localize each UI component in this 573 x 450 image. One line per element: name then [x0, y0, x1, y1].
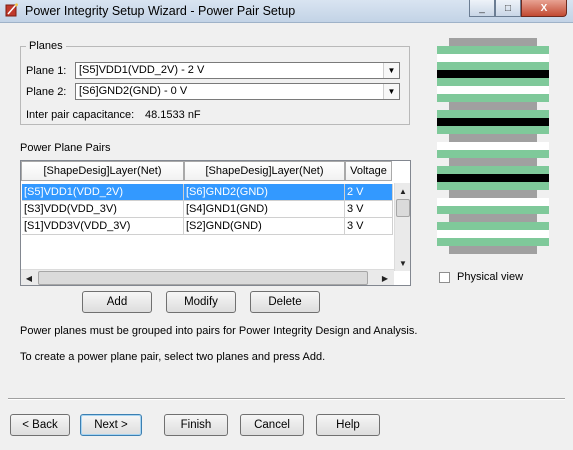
window-title: Power Integrity Setup Wizard - Power Pai… [25, 4, 296, 18]
pairs-label: Power Plane Pairs [20, 142, 111, 154]
table-row[interactable]: [S1]VDD3V(VDD_3V) [S2]GND(GND) 3 V [22, 218, 393, 235]
stack-layer-green [437, 222, 549, 230]
plane1-label: Plane 1: [26, 65, 67, 77]
chevron-down-icon[interactable]: ▼ [383, 84, 399, 99]
stack-layer-green [437, 150, 549, 158]
maximize-button[interactable]: □ [495, 0, 521, 17]
title-bar[interactable]: Power Integrity Setup Wizard - Power Pai… [0, 0, 573, 23]
table-cell: [S2]GND(GND) [184, 218, 345, 235]
plane2-label: Plane 2: [26, 86, 67, 98]
physical-view-checkbox[interactable] [439, 272, 450, 283]
stack-layer-black [437, 70, 549, 78]
stack-layer-green [437, 94, 549, 102]
cancel-button[interactable]: Cancel [240, 414, 304, 436]
stack-layer-green [437, 126, 549, 134]
planes-legend: Planes [26, 40, 66, 52]
stack-layer-gray [449, 38, 537, 46]
capacitance-value: 48.1533 nF [145, 109, 201, 121]
wizard-app-icon [5, 3, 18, 17]
close-button[interactable]: X [521, 0, 567, 17]
plane1-value: [S5]VDD1(VDD_2V) - 2 V [79, 64, 205, 76]
delete-button[interactable]: Delete [250, 291, 320, 313]
table-row[interactable]: [S3]VDD(VDD_3V) [S4]GND1(GND) 3 V [22, 201, 393, 218]
plane2-select[interactable]: [S6]GND2(GND) - 0 V ▼ [75, 83, 400, 100]
info-text-2: To create a power plane pair, select two… [20, 351, 326, 363]
vertical-scroll-thumb[interactable] [396, 199, 410, 217]
footer-divider [8, 398, 565, 400]
stack-layer-green [437, 238, 549, 246]
close-icon: X [540, 2, 548, 14]
scroll-up-icon[interactable]: ▲ [395, 183, 410, 199]
info-text-1: Power planes must be grouped into pairs … [20, 325, 418, 337]
column-header-label: [ShapeDesig]Layer(Net) [43, 165, 162, 177]
add-button[interactable]: Add [82, 291, 152, 313]
stack-layer-green [437, 78, 549, 86]
maximize-icon: □ [504, 2, 512, 14]
table-cell: [S1]VDD3V(VDD_3V) [22, 218, 184, 235]
stack-layer-gray [449, 190, 537, 198]
stack-layer-white [437, 54, 549, 62]
plane1-select[interactable]: [S5]VDD1(VDD_2V) - 2 V ▼ [75, 62, 400, 79]
scroll-right-icon[interactable]: ▶ [377, 270, 393, 285]
column-header-label: Voltage [350, 165, 387, 177]
stack-layer-gray [449, 214, 537, 222]
minimize-icon: _ [479, 2, 485, 14]
stack-layer-black [437, 118, 549, 126]
stack-layer-gray [449, 102, 537, 110]
next-button[interactable]: Next > [80, 414, 142, 436]
finish-button[interactable]: Finish [164, 414, 228, 436]
column-header-label: [ShapeDesig]Layer(Net) [205, 165, 324, 177]
table-cell: 3 V [345, 201, 393, 218]
table-cell: [S5]VDD1(VDD_2V) [22, 184, 184, 201]
stack-layer-gray [449, 134, 537, 142]
table-cell: [S4]GND1(GND) [184, 201, 345, 218]
plane2-value: [S6]GND2(GND) - 0 V [79, 85, 188, 97]
table-row[interactable]: [S5]VDD1(VDD_2V) [S6]GND2(GND) 2 V [22, 184, 393, 201]
pairs-list[interactable]: [ShapeDesig]Layer(Net) [ShapeDesig]Layer… [20, 160, 411, 286]
column-header-layer2[interactable]: [ShapeDesig]Layer(Net) [184, 161, 345, 181]
modify-button[interactable]: Modify [166, 291, 236, 313]
table-cell: 3 V [345, 218, 393, 235]
stack-layer-gray [449, 246, 537, 254]
scroll-left-icon[interactable]: ◀ [21, 270, 37, 285]
table-cell: [S6]GND2(GND) [184, 184, 345, 201]
minimize-button[interactable]: _ [469, 0, 495, 17]
horizontal-scroll-thumb[interactable] [38, 271, 368, 285]
layer-stack-preview [437, 38, 549, 254]
capacitance-label: Inter pair capacitance: [26, 109, 135, 121]
stack-layer-green [437, 206, 549, 214]
help-button[interactable]: Help [316, 414, 380, 436]
back-button[interactable]: < Back [10, 414, 70, 436]
stack-layer-green [437, 166, 549, 174]
stack-layer-white [437, 142, 549, 150]
chevron-down-icon[interactable]: ▼ [383, 63, 399, 78]
stack-layer-green [437, 182, 549, 190]
stack-layer-white [437, 86, 549, 94]
stack-layer-gray [449, 158, 537, 166]
scroll-down-icon[interactable]: ▼ [395, 255, 410, 271]
column-header-layer1[interactable]: [ShapeDesig]Layer(Net) [21, 161, 184, 181]
stack-layer-green [437, 46, 549, 54]
vertical-scrollbar[interactable]: ▲ ▼ [394, 183, 410, 271]
physical-view-label: Physical view [457, 271, 524, 283]
stack-layer-white [437, 230, 549, 238]
horizontal-scrollbar[interactable]: ◀ ▶ [21, 269, 394, 285]
column-header-voltage[interactable]: Voltage [345, 161, 392, 181]
stack-layer-green [437, 110, 549, 118]
table-cell: [S3]VDD(VDD_3V) [22, 201, 184, 218]
stack-layer-black [437, 174, 549, 182]
stack-layer-white [437, 198, 549, 206]
table-cell: 2 V [345, 184, 393, 201]
stack-layer-green [437, 62, 549, 70]
